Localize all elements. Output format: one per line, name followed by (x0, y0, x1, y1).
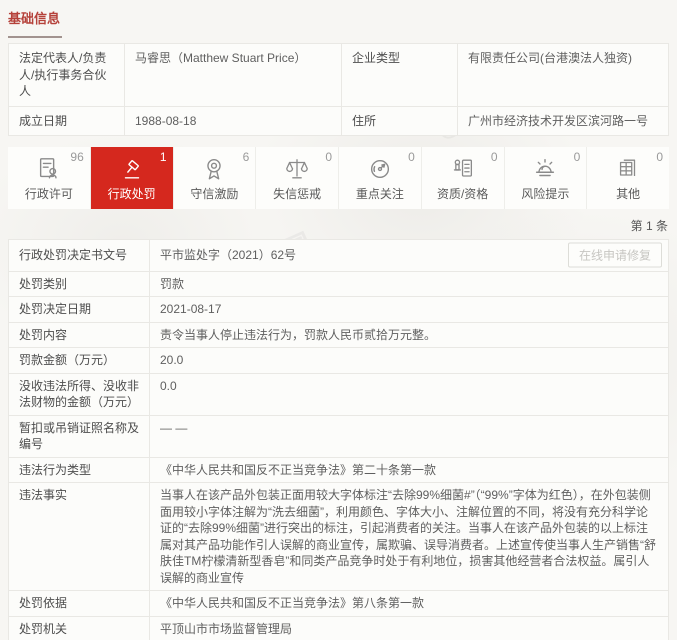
tab-count-badge: 0 (325, 150, 332, 164)
table-row: 处罚决定日期 2021-08-17 (9, 297, 669, 323)
basic-info-value: 马睿思（Matthew Stuart Price） (125, 44, 342, 107)
table-row: 罚款金额（万元） 20.0 (9, 348, 669, 374)
penalty-value: 平市监处字（2021）62号 在线申请修复 (150, 240, 669, 272)
tab-count-badge: 0 (574, 150, 581, 164)
license-icon (36, 156, 62, 182)
tab-label: 守信激励 (190, 185, 238, 202)
gavel-icon (119, 156, 145, 182)
tab-count-badge: 1 (160, 150, 167, 164)
section-title: 基础信息 (8, 5, 669, 27)
basic-info-label: 法定代表人/负责人/执行事务合伙人 (9, 44, 125, 107)
basic-info-value: 1988-08-18 (125, 106, 342, 136)
penalty-label: 违法行为类型 (9, 457, 150, 483)
table-row: 处罚内容 责令当事人停止违法行为，罚款人民币贰拾万元整。 (9, 322, 669, 348)
basic-info-value: 有限责任公司(台港澳法人独资) (458, 44, 669, 107)
tab-count-badge: 6 (243, 150, 250, 164)
penalty-label: 处罚类别 (9, 271, 150, 297)
tab-count-badge: 0 (656, 150, 663, 164)
penalty-label: 没收违法所得、没收非法财物的金额（万元） (9, 373, 150, 415)
grid-icon (615, 156, 641, 182)
basic-info-value: 广州市经济技术开发区滨河路一号 (458, 106, 669, 136)
tab-count-badge: 0 (491, 150, 498, 164)
tab-zizhizige[interactable]: 0 资质/资格 (422, 147, 505, 209)
table-row: 没收违法所得、没收非法财物的金额（万元） 0.0 (9, 373, 669, 415)
penalty-value: 平顶山市市场监督管理局 (150, 616, 669, 640)
basic-info-table: 法定代表人/负责人/执行事务合伙人 马睿思（Matthew Stuart Pri… (8, 43, 669, 136)
table-row: 暂扣或吊销证照名称及编号 — — (9, 415, 669, 457)
table-row: 法定代表人/负责人/执行事务合伙人 马睿思（Matthew Stuart Pri… (9, 44, 669, 107)
penalty-doc-number: 平市监处字（2021）62号 (160, 248, 296, 262)
basic-info-label: 企业类型 (342, 44, 458, 107)
medal-icon (201, 156, 227, 182)
scale-icon (284, 156, 310, 182)
table-row: 违法事实 当事人在该产品外包装正面用较大字体标注“去除99%细菌#”（“99%”… (9, 483, 669, 591)
penalty-label: 处罚决定日期 (9, 297, 150, 323)
penalty-label: 行政处罚决定书文号 (9, 240, 150, 272)
table-row: 行政处罚决定书文号 平市监处字（2021）62号 在线申请修复 (9, 240, 669, 272)
tab-shouxinjili[interactable]: 6 守信激励 (174, 147, 257, 209)
alarm-icon (532, 156, 558, 182)
tab-label: 行政处罚 (108, 185, 156, 202)
section-title-underline (8, 36, 62, 38)
penalty-value: 《中华人民共和国反不正当竞争法》第二十条第一款 (150, 457, 669, 483)
table-row: 违法行为类型 《中华人民共和国反不正当竞争法》第二十条第一款 (9, 457, 669, 483)
table-row: 处罚类别 罚款 (9, 271, 669, 297)
penalty-label: 暂扣或吊销证照名称及编号 (9, 415, 150, 457)
tab-count-badge: 0 (408, 150, 415, 164)
tab-label: 资质/资格 (437, 185, 488, 202)
penalty-label: 处罚机关 (9, 616, 150, 640)
gauge-icon (367, 156, 393, 182)
penalty-detail-table: 行政处罚决定书文号 平市监处字（2021）62号 在线申请修复 处罚类别 罚款 … (8, 239, 669, 640)
penalty-value: 责令当事人停止违法行为，罚款人民币贰拾万元整。 (150, 322, 669, 348)
penalty-value: 罚款 (150, 271, 669, 297)
tab-count-badge: 96 (70, 150, 83, 164)
penalty-value: 20.0 (150, 348, 669, 374)
table-row: 处罚依据 《中华人民共和国反不正当竞争法》第八条第一款 (9, 591, 669, 617)
page-content: 基础信息 法定代表人/负责人/执行事务合伙人 马睿思（Matthew Stuar… (0, 0, 677, 640)
tab-label: 行政许可 (25, 185, 73, 202)
record-index: 第 1 条 (8, 217, 668, 234)
tab-zhongdianguanzhu[interactable]: 0 重点关注 (339, 147, 422, 209)
penalty-label: 罚款金额（万元） (9, 348, 150, 374)
tab-label: 重点关注 (356, 185, 404, 202)
basic-info-label: 成立日期 (9, 106, 125, 136)
tab-xingzhengchufa[interactable]: 1 行政处罚 (91, 147, 174, 209)
penalty-label: 处罚依据 (9, 591, 150, 617)
certificate-icon (450, 156, 476, 182)
tab-label: 风险提示 (521, 185, 569, 202)
penalty-label: 违法事实 (9, 483, 150, 591)
tab-qita[interactable]: 0 其他 (587, 147, 669, 209)
tab-xingzhengxuke[interactable]: 96 行政许可 (8, 147, 91, 209)
table-row: 处罚机关 平顶山市市场监督管理局 (9, 616, 669, 640)
penalty-value: 2021-08-17 (150, 297, 669, 323)
table-row: 成立日期 1988-08-18 住所 广州市经济技术开发区滨河路一号 (9, 106, 669, 136)
online-repair-button[interactable]: 在线申请修复 (568, 243, 662, 268)
penalty-value: 《中华人民共和国反不正当竞争法》第八条第一款 (150, 591, 669, 617)
credit-category-tabs: 96 行政许可 1 (8, 147, 669, 209)
tab-label: 其他 (616, 185, 640, 202)
penalty-value: 当事人在该产品外包装正面用较大字体标注“去除99%细菌#”（“99%”字体为红色… (150, 483, 669, 591)
tab-fengxiantishi[interactable]: 0 风险提示 (505, 147, 588, 209)
basic-info-label: 住所 (342, 106, 458, 136)
penalty-value: 0.0 (150, 373, 669, 415)
penalty-label: 处罚内容 (9, 322, 150, 348)
penalty-value: — — (150, 415, 669, 457)
tab-label: 失信惩戒 (273, 185, 321, 202)
tab-shixinchengjie[interactable]: 0 失信惩戒 (256, 147, 339, 209)
